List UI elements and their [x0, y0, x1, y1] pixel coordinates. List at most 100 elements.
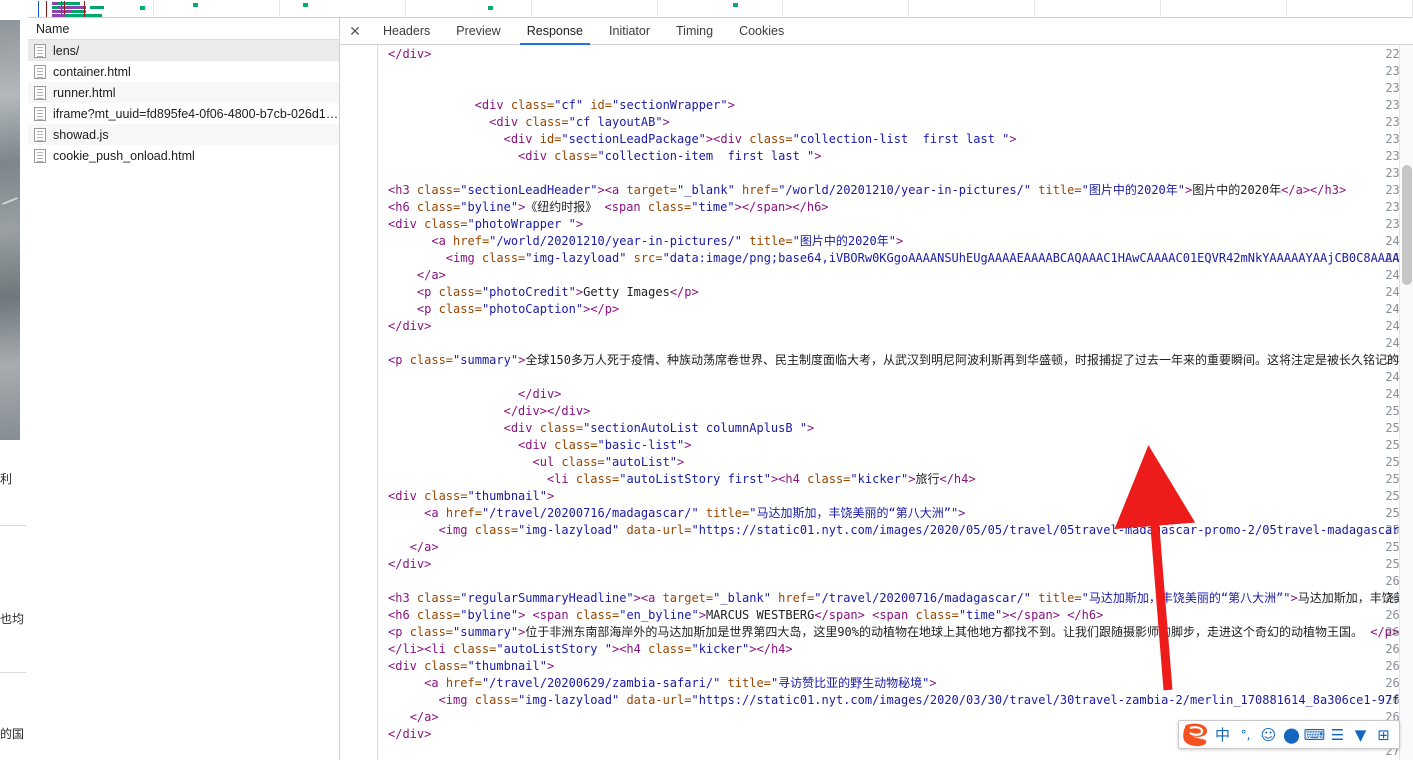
code-line[interactable]: </div>: [388, 386, 561, 403]
code-line[interactable]: <p class="summary">全球150多万人死于疫情、种族动荡席卷世界…: [388, 352, 1411, 369]
scrollbar-thumb[interactable]: [1402, 165, 1412, 285]
tab-timing[interactable]: Timing: [663, 18, 726, 44]
close-icon[interactable]: ✕: [340, 18, 370, 44]
code-token: Getty Images: [583, 285, 670, 299]
code-line[interactable]: <h3 class="regularSummaryHeadline"><a ta…: [388, 590, 1413, 607]
code-line[interactable]: <h3 class="sectionLeadHeader"><a target=…: [388, 182, 1346, 199]
microphone-icon[interactable]: ⬤: [1280, 721, 1303, 748]
code-token: 全球150多万人死于疫情、种族动荡席卷世界、民主制度面临大考，从武汉到明尼阿波利…: [525, 353, 1411, 367]
code-line[interactable]: <a href="/travel/20200716/madagascar/" t…: [388, 505, 965, 522]
code-token: "sectionLeadPackage": [561, 132, 706, 146]
code-token: "time": [691, 200, 735, 214]
code-line[interactable]: </div>: [388, 726, 431, 743]
code-token: ><h4: [611, 642, 649, 656]
code-content[interactable]: 229 </div> 230 231 232 <div class="cf" id="s…: [340, 45, 1413, 760]
network-request-row[interactable]: showad.js: [28, 124, 339, 145]
code-token: "kicker": [850, 472, 909, 486]
code-line[interactable]: </div>: [388, 318, 431, 335]
network-request-panel: Name lens/container.html runner.html ifram…: [28, 18, 340, 760]
code-token: "图片中的2020年": [1081, 183, 1185, 197]
code-token: class=: [575, 472, 620, 486]
code-line[interactable]: <p class="summary">位于非洲东南部海岸外的马达加斯加是世界第四…: [388, 624, 1399, 641]
waterfall-bar: [84, 1, 85, 17]
network-request-row[interactable]: iframe?mt_uuid=fd895fe4-0f06-4800-b7cb-0…: [28, 103, 339, 124]
code-line[interactable]: <div class="thumbnail">: [388, 658, 554, 675]
network-request-list[interactable]: lens/container.html runner.html iframe?mt_…: [28, 40, 339, 760]
network-waterfall-strip[interactable]: [28, 0, 1413, 18]
language-mode-chinese[interactable]: 中: [1211, 721, 1234, 748]
code-line[interactable]: <p class="photoCredit">Getty Images</p>: [388, 284, 699, 301]
user-dictionary-icon[interactable]: ☰: [1326, 721, 1349, 748]
sogou-logo-icon[interactable]: [1181, 721, 1211, 748]
toolbox-grid-icon[interactable]: ⊞: [1372, 721, 1395, 748]
code-token: id=: [539, 132, 562, 146]
code-token: <div: [388, 659, 425, 673]
tab-headers[interactable]: Headers: [370, 18, 443, 44]
skin-tshirt-icon[interactable]: ▼: [1349, 721, 1372, 748]
code-token: <div: [474, 98, 511, 112]
waterfall-column: [1287, 0, 1413, 18]
code-token: <img: [445, 251, 482, 265]
code-token: "summary": [453, 625, 519, 639]
code-line[interactable]: <img class="img-lazyload" data-url="http…: [388, 692, 1413, 709]
code-token: </p>: [669, 285, 699, 299]
network-request-row[interactable]: cookie_push_onload.html: [28, 145, 339, 166]
network-request-row[interactable]: lens/: [28, 40, 339, 61]
code-line[interactable]: </a>: [388, 539, 439, 556]
tab-preview[interactable]: Preview: [443, 18, 513, 44]
code-token: title=: [742, 234, 793, 248]
soft-keyboard-icon[interactable]: ⌨: [1303, 721, 1326, 748]
line-number-gutter: [340, 45, 378, 760]
code-line[interactable]: </div>: [388, 46, 431, 63]
code-token: href=: [453, 234, 490, 248]
code-line[interactable]: <a href="/world/20201210/year-in-picture…: [388, 233, 903, 250]
code-line[interactable]: <img class="img-lazyload" src="data:imag…: [388, 250, 1413, 267]
network-request-row[interactable]: runner.html: [28, 82, 339, 103]
waterfall-bar: [90, 6, 104, 9]
waterfall-dot: [488, 6, 493, 10]
code-line[interactable]: <div id="sectionLeadPackage"><div class=…: [388, 131, 1017, 148]
code-line[interactable]: <div class="sectionAutoList columnAplusB…: [388, 420, 815, 437]
column-header-name[interactable]: Name: [28, 18, 339, 40]
code-line[interactable]: <a href="/travel/20200629/zambia-safari/…: [388, 675, 937, 692]
waterfall-column: [532, 0, 658, 18]
code-line[interactable]: <p class="photoCaption"></p>: [388, 301, 619, 318]
sogou-input-method-toolbar[interactable]: 中 °, ☺ ⬤ ⌨ ☰ ▼ ⊞: [1178, 720, 1400, 749]
code-line[interactable]: </a>: [388, 709, 439, 726]
code-token: ></span> </h6>: [1002, 608, 1104, 622]
code-token: title=: [1031, 183, 1082, 197]
code-line[interactable]: </a>: [388, 267, 446, 284]
emoji-icon[interactable]: ☺: [1257, 721, 1280, 748]
code-line[interactable]: <div class="photoWrapper ">: [388, 216, 583, 233]
tab-response[interactable]: Response: [514, 18, 596, 45]
punctuation-mode[interactable]: °,: [1234, 721, 1257, 748]
code-line[interactable]: <div class="cf layoutAB">: [388, 114, 670, 131]
code-line[interactable]: <img class="img-lazyload" data-url="http…: [388, 522, 1413, 539]
code-line[interactable]: </div>: [388, 556, 431, 573]
code-token: "byline": [460, 200, 519, 214]
network-request-row[interactable]: container.html: [28, 61, 339, 82]
background-webpage[interactable]: 利 也均 的国: [0, 0, 28, 760]
code-token: "cf layoutAB": [568, 115, 663, 129]
code-line[interactable]: <div class="collection-item first last "…: [388, 148, 821, 165]
code-line[interactable]: <li class="autoListStory first"><h4 clas…: [388, 471, 976, 488]
code-line[interactable]: <h6 class="byline">《纽约时报》 <span class="t…: [388, 199, 829, 216]
code-token: >: [677, 455, 685, 469]
code-token: ><h4: [770, 472, 808, 486]
code-line[interactable]: <div class="thumbnail">: [388, 488, 554, 505]
code-token: class=: [915, 608, 959, 622]
code-line[interactable]: </div></div>: [388, 403, 591, 420]
code-line[interactable]: </li><li class="autoListStory "><h4 clas…: [388, 641, 793, 658]
code-line[interactable]: <div class="basic-list">: [388, 437, 691, 454]
code-line[interactable]: <ul class="autoList">: [388, 454, 685, 471]
code-line[interactable]: <div class="cf" id="sectionWrapper">: [388, 97, 735, 114]
response-code-viewer[interactable]: 229 </div> 230 231 232 <div class="cf" id="s…: [340, 45, 1413, 760]
code-line[interactable]: <h6 class="byline"> <span class="en_byli…: [388, 607, 1103, 624]
tab-initiator[interactable]: Initiator: [596, 18, 663, 44]
tab-cookies[interactable]: Cookies: [726, 18, 797, 44]
code-token: >: [698, 608, 706, 622]
vertical-scrollbar[interactable]: [1399, 45, 1413, 760]
code-token: class=: [474, 693, 519, 707]
